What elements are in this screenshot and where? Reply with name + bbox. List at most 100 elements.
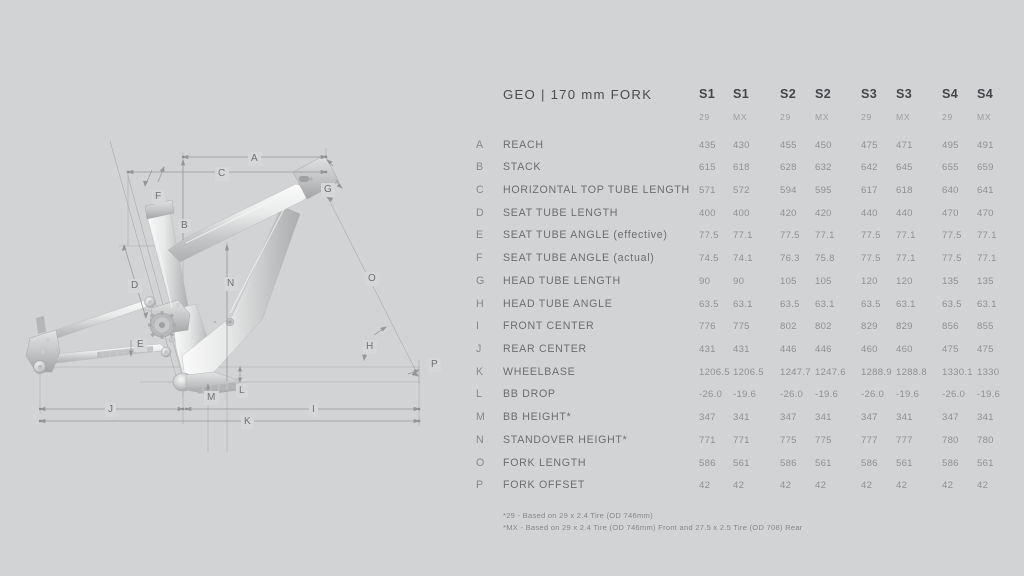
callout-badge-H: H (363, 340, 377, 354)
table-cell: 491 (977, 139, 994, 151)
table-cell: 460 (896, 343, 913, 355)
table-row: P FORK OFFSET 42 42 42 42 42 42 42 42 (470, 479, 1024, 502)
table-cell: 341 (733, 412, 750, 424)
callout-badge-M: M (204, 391, 219, 405)
table-cell: 42 (733, 480, 745, 492)
table-cell: -19.6 (977, 389, 1001, 401)
table-cell: 780 (977, 434, 994, 446)
table-cell: 775 (815, 434, 832, 446)
table-cell: 460 (861, 343, 878, 355)
column-subheader-s2-mx: MX (815, 112, 830, 122)
table-cell: 632 (815, 162, 832, 174)
row-letter: C (476, 183, 485, 196)
table-cell: 475 (861, 139, 878, 151)
table-cell: 641 (977, 184, 994, 196)
table-cell: 341 (896, 412, 913, 424)
table-title: GEO | 170 mm FORK (503, 87, 653, 102)
cable-port (309, 177, 313, 181)
callout-badge-C: C (215, 167, 229, 181)
column-header-s1-mx: S1 (733, 87, 750, 101)
table-cell: 77.1 (896, 253, 916, 265)
callout-badge-I: I (309, 403, 319, 417)
table-cell: 63.5 (942, 298, 962, 310)
column-header-s4-mx: S4 (977, 87, 994, 101)
row-letter: A (476, 138, 484, 151)
row-label: REACH (503, 138, 544, 151)
table-cell: 586 (780, 457, 797, 469)
table-cell: 655 (942, 162, 959, 174)
seat-stay-tube (46, 299, 153, 341)
callout-badge-A: A (248, 152, 262, 166)
row-label: HEAD TUBE ANGLE (503, 297, 613, 310)
geometry-table: GEO | 170 mm FORK S1 29 S1 MX S2 29 S2 M… (470, 0, 1024, 576)
row-label: STANDOVER HEIGHT* (503, 433, 628, 446)
row-letter: G (476, 274, 485, 287)
table-cell: 120 (861, 275, 878, 287)
table-cell: -19.6 (896, 389, 920, 401)
table-row: G HEAD TUBE LENGTH 90 90 105 105 120 120 135 135 (470, 275, 1024, 298)
row-letter: J (476, 342, 482, 355)
table-row: N STANDOVER HEIGHT* 771 771 775 775 777 777 780 7… (470, 434, 1024, 457)
row-letter: F (476, 252, 483, 265)
table-cell: 1288.9 (861, 366, 892, 378)
table-cell: 42 (861, 480, 873, 492)
table-cell: 75.8 (815, 253, 835, 265)
row-letter: H (476, 297, 485, 310)
row-letter: N (476, 433, 485, 446)
column-header-s3-mx: S3 (896, 87, 913, 101)
table-cell: 777 (896, 434, 913, 446)
callout-badge-F: F (152, 190, 165, 204)
table-cell: 74.1 (733, 253, 753, 265)
table-cell: 347 (780, 412, 797, 424)
row-label: FORK LENGTH (503, 456, 587, 469)
table-cell: 1247.6 (815, 366, 846, 378)
dimension-extension-lines (39, 140, 420, 452)
frame-geometry (25, 154, 340, 395)
table-cell: 615 (699, 162, 716, 174)
table-cell: 802 (815, 321, 832, 333)
table-row: M BB HEIGHT* 347 341 347 341 347 341 347 341 (470, 411, 1024, 434)
table-row: D SEAT TUBE LENGTH 400 400 420 420 440 440 470 47… (470, 207, 1024, 230)
bike-geometry-diagram: A B C D E F G H I J K L M N O P (0, 0, 470, 576)
column-header-s2-29: S2 (780, 87, 797, 101)
footnote-29: *29 - Based on 29 x 2.4 Tire (OD 746mm) (503, 511, 653, 520)
table-row: E SEAT TUBE ANGLE (effective) 77.5 77.1 77.5… (470, 229, 1024, 252)
column-header-s2-mx: S2 (815, 87, 832, 101)
row-letter: I (476, 320, 480, 333)
table-cell: 1206.5 (733, 366, 764, 378)
row-letter: O (476, 456, 485, 469)
row-letter: L (476, 388, 483, 401)
table-row: O FORK LENGTH 586 561 586 561 586 561 586 561 (470, 457, 1024, 480)
table-cell: 771 (733, 434, 750, 446)
row-label: SEAT TUBE ANGLE (effective) (503, 229, 668, 242)
table-cell: 628 (780, 162, 797, 174)
table-cell: 446 (815, 343, 832, 355)
table-cell: 341 (815, 412, 832, 424)
row-label: FRONT CENTER (503, 320, 595, 333)
table-cell: 446 (780, 343, 797, 355)
table-cell: 561 (815, 457, 832, 469)
table-cell: -26.0 (861, 389, 885, 401)
table-cell: 771 (699, 434, 716, 446)
bottle-boss (213, 320, 217, 324)
table-cell: 777 (861, 434, 878, 446)
table-cell: 120 (896, 275, 913, 287)
table-cell: 77.5 (699, 230, 719, 242)
table-cell: 135 (942, 275, 959, 287)
table-cell: 475 (977, 343, 994, 355)
table-cell: 63.1 (977, 298, 997, 310)
table-cell: 77.5 (942, 230, 962, 242)
row-label: BB DROP (503, 388, 556, 401)
table-cell: 77.5 (861, 230, 881, 242)
table-cell: 90 (699, 275, 711, 287)
table-row: I FRONT CENTER 776 775 802 802 829 829 856 855 (470, 320, 1024, 343)
table-cell: 780 (942, 434, 959, 446)
table-cell: 76.3 (780, 253, 800, 265)
table-cell: 586 (861, 457, 878, 469)
table-cell: 561 (977, 457, 994, 469)
table-cell: -26.0 (780, 389, 804, 401)
table-row: A REACH 435 430 455 450 475 471 495 491 (470, 139, 1024, 162)
table-cell: 586 (699, 457, 716, 469)
table-cell: 431 (699, 343, 716, 355)
column-subheader-s4-mx: MX (977, 112, 992, 122)
